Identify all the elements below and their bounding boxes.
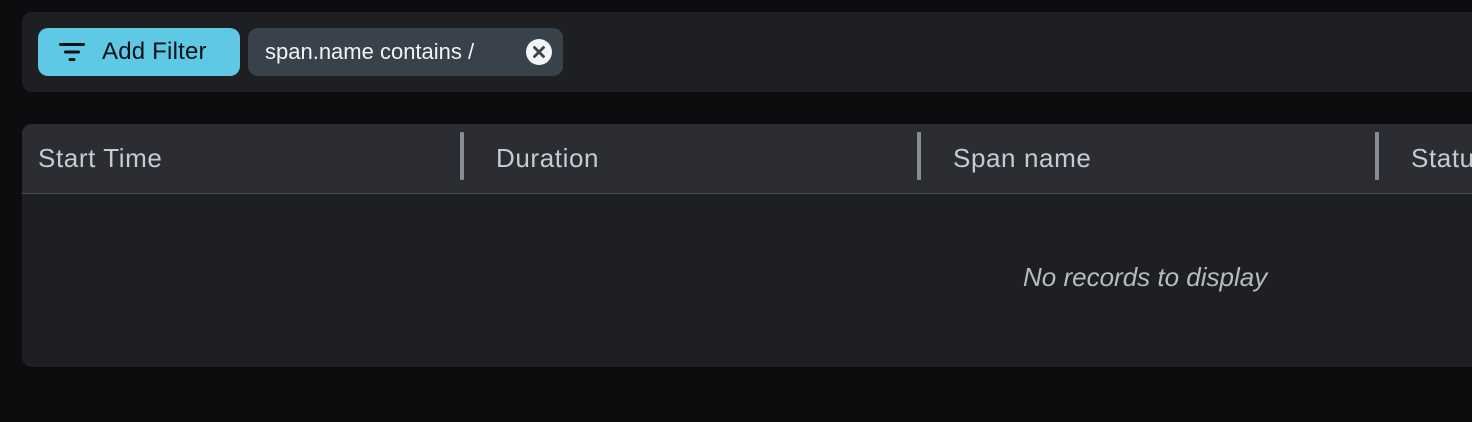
column-header-start-time[interactable]: Start Time xyxy=(38,124,162,193)
filter-chip-label: span.name contains / xyxy=(265,39,475,64)
column-resize-handle[interactable] xyxy=(460,132,464,180)
column-resize-handle[interactable] xyxy=(917,132,921,180)
empty-table-message: No records to display xyxy=(1023,262,1268,292)
column-header-status[interactable]: Status xyxy=(1411,124,1472,193)
add-filter-button[interactable]: Add Filter xyxy=(38,28,240,76)
filter-lines-icon xyxy=(58,41,86,63)
filter-bar: Add Filter span.name contains / xyxy=(22,12,1472,92)
spans-table: Start Time Duration Span name Status No … xyxy=(22,124,1472,367)
column-resize-handle[interactable] xyxy=(1375,132,1379,180)
filter-chip[interactable]: span.name contains / xyxy=(248,28,563,76)
column-header-duration[interactable]: Duration xyxy=(496,124,599,193)
table-header: Start Time Duration Span name Status xyxy=(22,124,1472,194)
close-circle-icon[interactable] xyxy=(526,39,552,65)
add-filter-label: Add Filter xyxy=(102,38,207,65)
column-header-span-name[interactable]: Span name xyxy=(953,124,1091,193)
